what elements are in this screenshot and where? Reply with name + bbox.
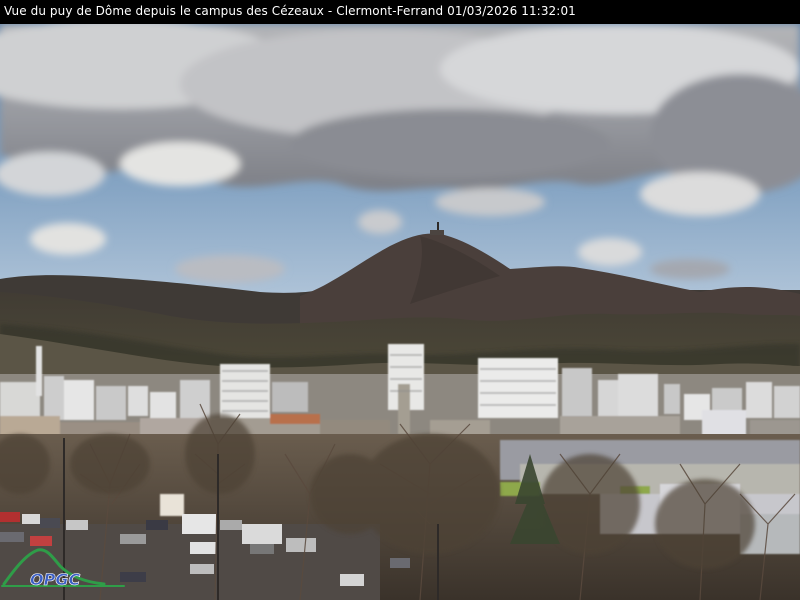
opgc-logo: OPGC: [1, 548, 125, 589]
summit-building: [430, 230, 444, 235]
logo-text: OPGC: [30, 570, 80, 589]
caption-bar: Vue du puy de Dôme depuis le campus des …: [0, 0, 800, 24]
webcam-frame: Vue du puy de Dôme depuis le campus des …: [0, 0, 800, 600]
webcam-photo: [0, 24, 800, 600]
webcam-caption: Vue du puy de Dôme depuis le campus des …: [4, 4, 576, 18]
